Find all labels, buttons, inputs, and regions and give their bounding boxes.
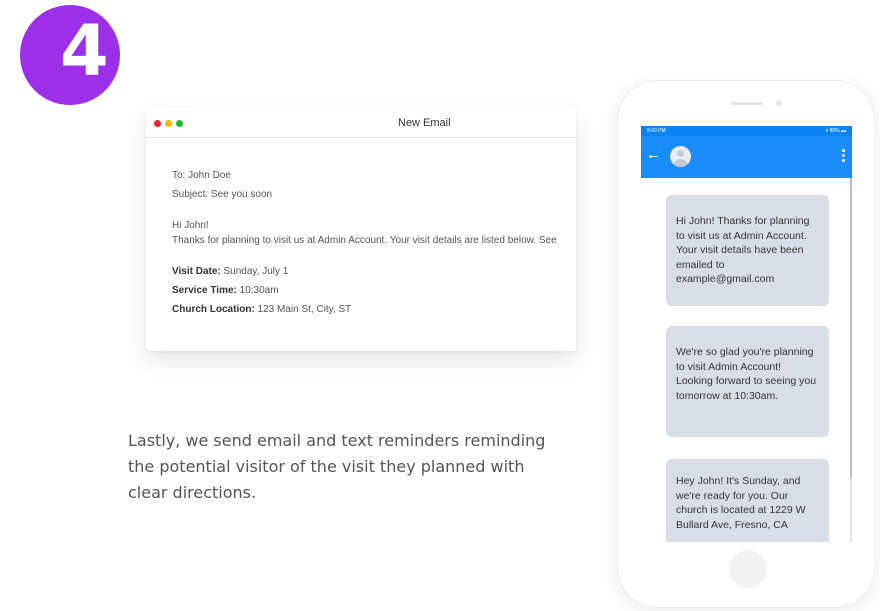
status-indicators: ▾ 85% ▬: [825, 128, 846, 134]
email-body-text: Thanks for planning to visit us at Admin…: [172, 235, 557, 246]
message-bubble: We're so glad you're planning to visit A…: [666, 326, 829, 437]
visit-date-line: Visit Date: Sunday, July 1: [172, 262, 557, 281]
window-maximize-dot[interactable]: [176, 120, 183, 127]
message-bubble: Hey John! It's Sunday, and we're ready f…: [666, 459, 829, 542]
email-titlebar: New Email: [146, 108, 576, 138]
church-location-value: 123 Main St, City, ST: [254, 304, 352, 315]
email-window: New Email To: John Doe Subject: See you …: [146, 108, 576, 351]
window-minimize-dot[interactable]: [165, 120, 172, 127]
contact-avatar-icon[interactable]: [670, 146, 691, 167]
step-number: 4: [60, 10, 109, 92]
visit-date-label: Visit Date:: [172, 266, 221, 277]
messages-app-bar: ←: [641, 136, 852, 178]
scrollbar-thumb[interactable]: [850, 178, 852, 478]
phone-mockup: 8:00 PM ▾ 85% ▬ ← Hi John! Thanks for pl…: [617, 80, 875, 608]
status-bar: 8:00 PM ▾ 85% ▬: [641, 126, 852, 136]
phone-speaker: [731, 102, 763, 105]
church-location-line: Church Location: 123 Main St, City, ST: [172, 300, 557, 319]
message-bubble: Hi John! Thanks for planning to visit us…: [666, 195, 829, 306]
email-to: To: John Doe: [172, 170, 231, 181]
more-options-icon[interactable]: [842, 149, 846, 164]
step-description: Lastly, we send email and text reminders…: [128, 431, 546, 502]
email-subject: Subject: See you soon: [172, 189, 273, 200]
service-time-line: Service Time: 10:30am: [172, 281, 557, 300]
phone-screen: 8:00 PM ▾ 85% ▬ ← Hi John! Thanks for pl…: [641, 126, 852, 542]
visit-date-value: Sunday, July 1: [220, 266, 289, 277]
back-arrow-icon[interactable]: ←: [646, 147, 661, 162]
status-time: 8:00 PM: [647, 128, 666, 134]
window-close-dot[interactable]: [154, 120, 161, 127]
phone-home-button: [729, 550, 767, 588]
email-greeting: Hi John!: [172, 220, 209, 231]
service-time-value: 10:30am: [236, 285, 279, 296]
service-time-label: Service Time:: [172, 285, 237, 296]
message-list[interactable]: Hi John! Thanks for planning to visit us…: [641, 178, 852, 542]
email-body: To: John Doe Subject: See you soon Hi Jo…: [172, 166, 557, 319]
email-window-title: New Email: [398, 117, 451, 129]
phone-camera: [776, 100, 782, 106]
church-location-label: Church Location:: [172, 304, 255, 315]
